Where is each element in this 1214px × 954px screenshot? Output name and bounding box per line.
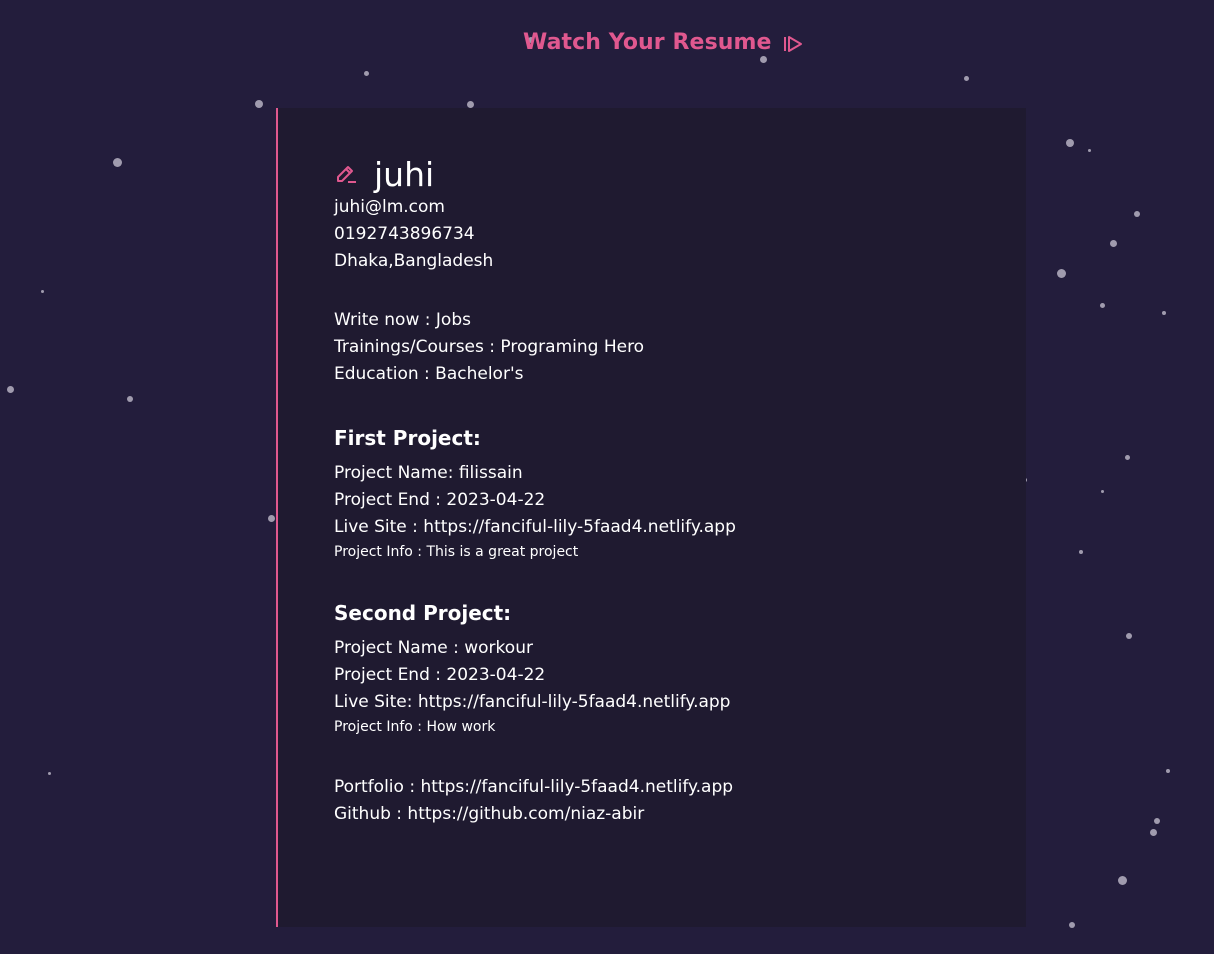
star-dot — [47, 771, 51, 775]
star-dot — [1154, 818, 1160, 824]
star-dot — [1162, 311, 1166, 315]
second-project-name: Project Name : workour — [334, 638, 533, 658]
first-project-heading: First Project: — [334, 426, 481, 450]
star-dot — [1100, 489, 1104, 493]
first-project-live-site: Live Site : https://fanciful-lily-5faad4… — [334, 517, 736, 537]
star-dot — [466, 100, 474, 108]
star-dot — [1066, 139, 1074, 147]
second-project-heading: Second Project: — [334, 601, 512, 625]
name-row: juhi — [334, 156, 1014, 194]
star-dot — [1087, 148, 1091, 152]
portfolio-link[interactable]: Portfolio : https://fanciful-lily-5faad4… — [334, 774, 1014, 801]
profile-phone: 0192743896734 — [334, 224, 475, 244]
star-dot — [1124, 454, 1130, 460]
star-dot — [1056, 268, 1066, 278]
profile-email: juhi@lm.com — [334, 197, 445, 217]
star-dot — [1109, 239, 1117, 247]
star-dot — [267, 514, 275, 522]
education-text: Education : Bachelor's — [334, 364, 524, 384]
star-dot — [1079, 550, 1083, 554]
star-dot — [1126, 633, 1132, 639]
star-dot — [363, 70, 369, 76]
star-dot — [1134, 211, 1140, 217]
second-project-end: Project End : 2023-04-22 — [334, 665, 546, 685]
star-dot — [963, 75, 969, 81]
star-dot — [255, 100, 263, 108]
first-project-end: Project End : 2023-04-22 — [334, 490, 546, 510]
star-dot — [1117, 875, 1127, 885]
star-dot — [112, 157, 122, 167]
star-dot — [1069, 922, 1075, 928]
star-dot — [6, 385, 14, 393]
star-dot — [1166, 769, 1170, 773]
first-project-name: Project Name: filissain — [334, 463, 523, 483]
resume-card: juhi juhi@lm.com 0192743896734 Dhaka,Ban… — [276, 108, 1026, 927]
watch-resume-button[interactable]: Watch Your Resume — [523, 30, 804, 55]
star-dot — [127, 396, 133, 402]
watch-resume-label: Watch Your Resume — [523, 30, 772, 55]
first-project-info: Project Info : This is a great project — [334, 544, 579, 560]
play-step-forward-icon — [782, 33, 804, 55]
profile-address: Dhaka,Bangladesh — [334, 251, 494, 271]
write-now-text: Write now : Jobs — [334, 310, 471, 330]
edit-pencil-icon[interactable] — [334, 163, 358, 187]
star-dot — [40, 289, 44, 293]
github-link[interactable]: Github : https://github.com/niaz-abir — [334, 801, 1014, 828]
star-dot — [1099, 302, 1105, 308]
trainings-text: Trainings/Courses : Programing Hero — [334, 337, 645, 357]
second-project-info: Project Info : How work — [334, 719, 496, 735]
second-project-live-site: Live Site: https://fanciful-lily-5faad4.… — [334, 692, 731, 712]
star-dot — [759, 55, 767, 63]
star-dot — [1149, 828, 1157, 836]
profile-name: juhi — [374, 155, 435, 194]
resume-content: juhi juhi@lm.com 0192743896734 Dhaka,Ban… — [334, 156, 1014, 828]
